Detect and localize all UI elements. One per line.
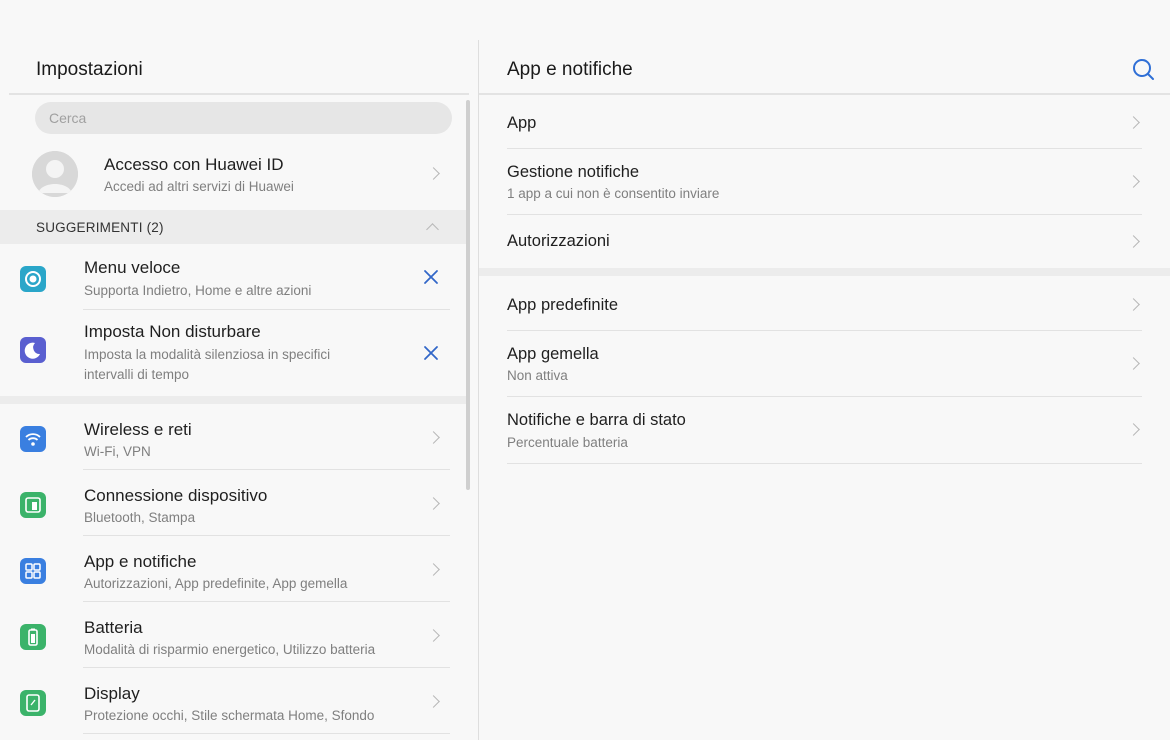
default-apps-row[interactable]: App predefinite: [479, 276, 1170, 331]
huawei-id-row[interactable]: Accesso con Huawei ID Accedi ad altri se…: [0, 140, 470, 206]
search-box[interactable]: [35, 102, 452, 134]
suggestion-title: Imposta Non disturbare: [84, 322, 261, 341]
chevron-right-icon: [1127, 175, 1140, 188]
sidebar-item-device-connection[interactable]: Connessione dispositivo Bluetooth, Stamp…: [0, 470, 470, 536]
settings-title: Impostazioni: [36, 59, 143, 80]
section-divider: [479, 268, 1170, 276]
sidebar-item-subtitle: Protezione occhi, Stile schermata Home, …: [84, 708, 375, 723]
sidebar-item-wireless[interactable]: Wireless e reti Wi-Fi, VPN: [0, 404, 470, 470]
chevron-right-icon: [427, 695, 440, 708]
settings-pane: Impostazioni Accesso con Huawei ID Acced…: [0, 0, 478, 740]
sidebar-item-subtitle: Wi-Fi, VPN: [84, 444, 151, 459]
sidebar-item-title: Display: [84, 684, 140, 703]
permissions-row[interactable]: Autorizzazioni: [479, 215, 1170, 268]
chevron-up-icon[interactable]: [426, 223, 439, 236]
row-title: Notifiche e barra di stato: [507, 411, 686, 429]
suggestion-quick-menu[interactable]: Menu veloce Supporta Indietro, Home e al…: [0, 244, 470, 310]
search-input[interactable]: [35, 102, 452, 134]
avatar: [32, 151, 78, 197]
chevron-right-icon: [427, 497, 440, 510]
sidebar-item-title: Batteria: [84, 618, 143, 637]
detail-pane: App e notifiche App Gestione notifiche 1…: [479, 0, 1170, 740]
sidebar-item-title: Connessione dispositivo: [84, 486, 268, 505]
battery-icon: [20, 624, 46, 650]
quick-menu-icon: [20, 266, 46, 292]
twin-app-row[interactable]: App gemella Non attiva: [479, 331, 1170, 397]
suggestion-subtitle: Supporta Indietro, Home e altre azioni: [84, 283, 312, 298]
sidebar-item-title: Wireless e reti: [84, 420, 192, 439]
notifications-status-bar-row[interactable]: Notifiche e barra di stato Percentuale b…: [479, 397, 1170, 464]
row-divider: [83, 733, 450, 734]
row-divider: [507, 463, 1142, 464]
sidebar-item-title: App e notifiche: [84, 552, 197, 571]
suggestion-title: Menu veloce: [84, 258, 181, 277]
avatar-placeholder-icon: [32, 151, 78, 197]
chevron-right-icon: [427, 431, 440, 444]
header-divider: [479, 93, 1170, 95]
account-subtitle: Accedi ad altri servizi di Huawei: [104, 179, 294, 194]
device-connection-icon: [20, 492, 46, 518]
row-subtitle: 1 app a cui non è consentito inviare: [507, 186, 720, 201]
search-button[interactable]: [1128, 54, 1160, 86]
suggestion-subtitle-line1: Imposta la modalità silenziosa in specif…: [84, 347, 331, 362]
close-icon[interactable]: [420, 342, 442, 364]
account-title: Accesso con Huawei ID: [104, 155, 284, 174]
header-divider: [9, 93, 469, 95]
row-title: App predefinite: [507, 296, 618, 314]
chevron-right-icon: [1127, 423, 1140, 436]
sidebar-item-apps-notifications[interactable]: App e notifiche Autorizzazioni, App pred…: [0, 536, 470, 602]
chevron-right-icon: [1127, 235, 1140, 248]
suggestions-label: SUGGERIMENTI (2): [36, 220, 164, 235]
page-title: App e notifiche: [507, 59, 633, 80]
chevron-right-icon: [427, 167, 440, 180]
chevron-right-icon: [427, 629, 440, 642]
row-title: App: [507, 114, 537, 132]
row-subtitle: Non attiva: [507, 368, 568, 383]
sidebar-item-subtitle: Modalità di risparmio energetico, Utiliz…: [84, 642, 376, 657]
scrollbar[interactable]: [466, 100, 470, 490]
chevron-right-icon: [1127, 116, 1140, 129]
sidebar-item-subtitle: Bluetooth, Stampa: [84, 510, 196, 525]
display-icon: [20, 690, 46, 716]
moon-icon: [20, 337, 46, 363]
close-icon[interactable]: [420, 266, 442, 288]
apps-grid-icon: [20, 558, 46, 584]
row-title: Autorizzazioni: [507, 232, 610, 250]
apps-row[interactable]: App: [479, 97, 1170, 149]
suggestion-do-not-disturb[interactable]: Imposta Non disturbare Imposta la modali…: [0, 310, 470, 396]
chevron-right-icon: [427, 563, 440, 576]
sidebar-item-display[interactable]: Display Protezione occhi, Stile schermat…: [0, 668, 470, 734]
row-subtitle: Percentuale batteria: [507, 435, 628, 450]
suggestion-subtitle-line2: intervalli di tempo: [84, 367, 190, 382]
row-title: Gestione notifiche: [507, 163, 640, 181]
chevron-right-icon: [1127, 357, 1140, 370]
suggestions-header[interactable]: SUGGERIMENTI (2): [0, 210, 470, 244]
search-icon: [1133, 59, 1154, 80]
sidebar-item-subtitle: Autorizzazioni, App predefinite, App gem…: [84, 576, 348, 591]
section-divider: [0, 396, 470, 404]
sidebar-item-battery[interactable]: Batteria Modalità di risparmio energetic…: [0, 602, 470, 668]
row-title: App gemella: [507, 345, 599, 363]
chevron-right-icon: [1127, 298, 1140, 311]
wifi-icon: [20, 426, 46, 452]
notification-management-row[interactable]: Gestione notifiche 1 app a cui non è con…: [479, 149, 1170, 215]
